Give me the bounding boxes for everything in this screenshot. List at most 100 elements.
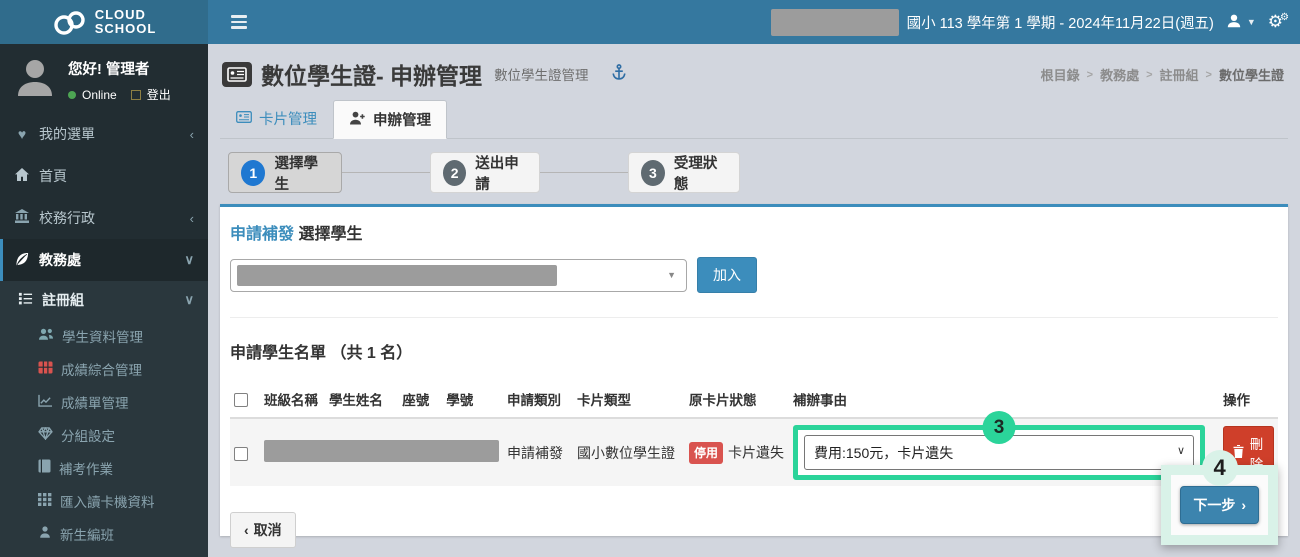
next-step-button[interactable]: 下一步 › bbox=[1180, 486, 1259, 524]
users-icon bbox=[38, 328, 54, 344]
breadcrumb: 根目錄 > 教務處 > 註冊組 > 數位學生證 bbox=[1041, 65, 1284, 84]
back-arrow-icon: ‹ bbox=[244, 522, 249, 538]
chevron-left-icon: ‹ bbox=[189, 210, 194, 226]
content-area: 數位學生證- 申辦管理 數位學生證管理 根目錄 > 教務處 > 註冊組 > 數位… bbox=[208, 44, 1300, 557]
book-icon bbox=[38, 459, 51, 476]
logout-icon bbox=[130, 89, 141, 100]
col-actions: 操作 bbox=[1209, 383, 1278, 419]
list-icon bbox=[18, 291, 33, 309]
logo-text: CLOUD SCHOOL bbox=[95, 8, 157, 36]
select-all-checkbox[interactable] bbox=[234, 392, 248, 407]
col-original-card-status: 原卡片狀態 bbox=[685, 383, 789, 419]
leaf-icon bbox=[14, 251, 30, 270]
page-subtitle: 數位學生證管理 bbox=[494, 68, 589, 83]
sidebar-item-freshman-placement[interactable]: 新生編班 bbox=[0, 517, 208, 550]
step-connector bbox=[342, 172, 432, 173]
sidebar-toggle-icon[interactable] bbox=[222, 5, 256, 39]
logout-link[interactable]: 登出 bbox=[147, 86, 171, 103]
redacted-school-name bbox=[770, 8, 899, 36]
student-select-dropdown[interactable]: ▼ bbox=[230, 258, 687, 292]
col-card-type: 卡片類型 bbox=[573, 383, 685, 419]
table-row: 申請補發 國小數位學生證 停用 卡片遺失 3 費用:150元，卡片遺失 ∨ 刪除 bbox=[230, 411, 1278, 486]
applicant-table: 班級名稱 學生姓名 座號 學號 申請類別 卡片類型 原卡片狀態 補辦事由 操作 bbox=[230, 383, 1278, 486]
sidebar-item-my-menu[interactable]: ♥ 我的選單 ‹ bbox=[0, 113, 208, 155]
breadcrumb-current: 數位學生證 bbox=[1218, 68, 1284, 83]
gem-icon bbox=[38, 426, 53, 443]
user-menu[interactable]: ▼ bbox=[1226, 13, 1256, 32]
wizard-steps: 1 選擇學生 2 送出申請 3 受理狀態 bbox=[220, 152, 1288, 194]
col-student-name: 學生姓名 bbox=[324, 383, 399, 419]
status-badge: 停用 bbox=[689, 441, 724, 464]
highlight-box-3: 3 費用:150元，卡片遺失 ∨ bbox=[793, 411, 1205, 480]
grid-icon bbox=[38, 492, 52, 509]
next-arrow-icon: › bbox=[1241, 497, 1246, 513]
logo-line1: CLOUD bbox=[94, 7, 146, 22]
person-plus-tab-icon bbox=[349, 111, 366, 129]
col-student-id: 學號 bbox=[442, 383, 503, 419]
main-panel: 申請補發 選擇學生 ▼ 加入 申請學生名單 （共 1 名） 班級名稱 學生姓名 … bbox=[220, 204, 1288, 548]
dropdown-caret-icon: ▼ bbox=[667, 270, 676, 280]
cell-reissue-reason: 3 費用:150元，卡片遺失 ∨ bbox=[789, 411, 1209, 486]
step-acceptance-status[interactable]: 3 受理狀態 bbox=[628, 152, 740, 193]
chevron-down-icon: ∨ bbox=[184, 252, 194, 267]
sidebar-item-school-admin[interactable]: 校務行政 ‹ bbox=[0, 197, 208, 239]
sidebar-item-makeup-exam[interactable]: 補考作業 bbox=[0, 451, 208, 484]
chevron-down-icon: ∨ bbox=[184, 292, 194, 307]
col-class-name: 班級名稱 bbox=[260, 383, 325, 419]
breadcrumb-root[interactable]: 根目錄 bbox=[1041, 65, 1080, 84]
sidebar-item-digital-student-id[interactable]: 數位學生證 bbox=[0, 550, 208, 557]
applicant-list-heading: 申請學生名單 （共 1 名） bbox=[230, 345, 413, 362]
app-logo[interactable]: CLOUD SCHOOL bbox=[0, 0, 208, 44]
step-connector bbox=[540, 172, 630, 173]
tab-card-management[interactable]: 卡片管理 bbox=[220, 99, 333, 138]
sidebar-item-home[interactable]: 首頁 bbox=[0, 155, 208, 197]
heart-icon: ♥ bbox=[17, 126, 27, 142]
cancel-button[interactable]: ‹ 取消 bbox=[230, 512, 296, 548]
step-number: 1 bbox=[241, 159, 266, 186]
chevron-left-icon: ‹ bbox=[189, 126, 194, 142]
step-select-students[interactable]: 1 選擇學生 bbox=[228, 152, 342, 193]
row-checkbox[interactable] bbox=[234, 446, 248, 461]
cell-card-type: 國小數位學生證 bbox=[573, 418, 685, 486]
sidebar-menu: ♥ 我的選單 ‹ 首頁 校務行政 ‹ 教務處 ∨ 註冊組 ∨ 學生資料管理 成績… bbox=[0, 113, 208, 557]
breadcrumb-academic-affairs[interactable]: 教務處 bbox=[1100, 65, 1139, 84]
add-student-button[interactable]: 加入 bbox=[697, 257, 757, 293]
breadcrumb-registration[interactable]: 註冊組 bbox=[1160, 65, 1199, 84]
status-text: 卡片遺失 bbox=[728, 444, 785, 460]
user-panel: 您好! 管理者 Online 登出 bbox=[0, 44, 208, 113]
tab-application-management[interactable]: 申辦管理 bbox=[333, 100, 447, 139]
page-id-card-icon bbox=[222, 61, 252, 87]
sidebar-item-student-data[interactable]: 學生資料管理 bbox=[0, 319, 208, 352]
term-date-text: 國小 113 學年第 1 學期 - 2024年11月22日(週五) bbox=[906, 15, 1214, 32]
sidebar-item-academic-affairs[interactable]: 教務處 ∨ bbox=[0, 239, 208, 281]
sidebar-item-registration-group[interactable]: 註冊組 ∨ bbox=[0, 281, 208, 319]
online-status-icon bbox=[68, 90, 76, 99]
user-greeting: 您好! 管理者 bbox=[68, 62, 150, 78]
table-icon bbox=[38, 361, 53, 377]
sidebar-item-grade-management[interactable]: 成績綜合管理 bbox=[0, 352, 208, 385]
avatar bbox=[14, 56, 56, 101]
anchor-icon[interactable] bbox=[611, 64, 626, 84]
annotation-badge-3: 3 bbox=[982, 411, 1016, 444]
settings-gears-icon[interactable]: ⚙⚙ bbox=[1268, 12, 1289, 32]
registration-submenu: 學生資料管理 成績綜合管理 成績單管理 分組設定 補考作業 匯入讀卡機資料 新生… bbox=[0, 319, 208, 557]
col-apply-type: 申請類別 bbox=[503, 383, 573, 419]
line-chart-icon bbox=[38, 394, 53, 410]
navbar: 國小 113 學年第 1 學期 - 2024年11月22日(週五) ▼ ⚙⚙ bbox=[208, 0, 1300, 44]
bank-icon bbox=[14, 209, 30, 227]
redacted-student-info bbox=[264, 440, 499, 462]
step-number: 2 bbox=[443, 159, 467, 186]
sidebar-item-grouping-settings[interactable]: 分組設定 bbox=[0, 418, 208, 451]
page-title: 數位學生證- 申辦管理 bbox=[261, 63, 483, 89]
step-submit-application[interactable]: 2 送出申請 bbox=[430, 152, 540, 193]
top-navbar: CLOUD SCHOOL 國小 113 學年第 1 學期 - 2024年11月2… bbox=[0, 0, 1300, 44]
user-icon bbox=[1226, 13, 1242, 32]
sidebar-item-card-reader-import[interactable]: 匯入讀卡機資料 bbox=[0, 484, 208, 517]
cell-original-card-status: 停用 卡片遺失 bbox=[685, 418, 789, 486]
highlight-box-4: 4 下一步 › bbox=[1161, 450, 1278, 545]
person-icon bbox=[38, 525, 52, 542]
sidebar-item-transcript-management[interactable]: 成績單管理 bbox=[0, 385, 208, 418]
step-number: 3 bbox=[641, 159, 665, 186]
section-divider bbox=[230, 317, 1278, 318]
cell-apply-type: 申請補發 bbox=[503, 418, 573, 486]
